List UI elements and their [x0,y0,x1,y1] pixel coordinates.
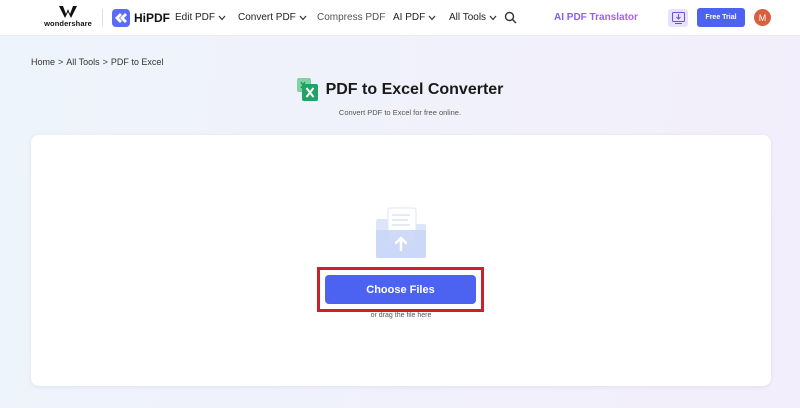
ai-pdf-translator-link[interactable]: AI PDF Translator [554,12,638,23]
chevron-down-icon [299,15,307,20]
breadcrumb-separator: > [102,57,108,67]
breadcrumb-current: PDF to Excel [110,57,164,67]
top-navbar: wondershare HiPDF Edit PDF Convert PDF C… [0,0,800,36]
nav-convert-pdf-label: Convert PDF [238,12,296,23]
page-heading: PDF to Excel Converter [0,78,800,101]
nav-ai-pdf[interactable]: AI PDF [393,12,436,23]
chevron-down-icon [428,15,436,20]
breadcrumb: Home > All Tools > PDF to Excel [31,57,163,67]
choose-files-button[interactable]: Choose Files [325,275,476,304]
download-icon[interactable] [668,9,688,27]
chevron-down-icon [218,15,226,20]
wondershare-logo[interactable]: wondershare [43,6,93,30]
nav-compress-pdf-label: Compress PDF [317,12,386,23]
nav-convert-pdf[interactable]: Convert PDF [238,12,307,23]
chevron-down-icon [489,15,497,20]
breadcrumb-separator: > [58,57,64,67]
upload-card[interactable]: Choose Files or drag the file here [31,135,771,386]
wondershare-wordmark: wondershare [44,19,92,28]
page-title: PDF to Excel Converter [325,80,504,98]
free-trial-button[interactable]: Free Trial [697,8,745,27]
page-subtitle: Convert PDF to Excel for free online. [338,108,462,117]
hipdf-logo-icon [112,9,130,27]
search-icon[interactable] [504,11,517,24]
nav-all-tools[interactable]: All Tools [449,12,497,23]
nav-ai-pdf-label: AI PDF [393,12,426,23]
drag-hint: or drag the file here [370,312,432,319]
nav-edit-pdf-label: Edit PDF [175,12,216,23]
hipdf-wordmark: HiPDF [134,11,170,25]
nav-edit-pdf[interactable]: Edit PDF [175,12,226,23]
folder-upload-icon [376,207,426,258]
wondershare-logo-icon [59,6,77,18]
hipdf-logo[interactable]: HiPDF [112,8,170,28]
excel-icon [296,78,318,101]
nav-all-tools-label: All Tools [449,12,487,23]
breadcrumb-home[interactable]: Home [31,57,55,67]
avatar[interactable]: M [754,9,771,26]
breadcrumb-all-tools[interactable]: All Tools [66,57,99,67]
nav-compress-pdf[interactable]: Compress PDF [317,12,385,23]
header-divider [102,9,103,27]
